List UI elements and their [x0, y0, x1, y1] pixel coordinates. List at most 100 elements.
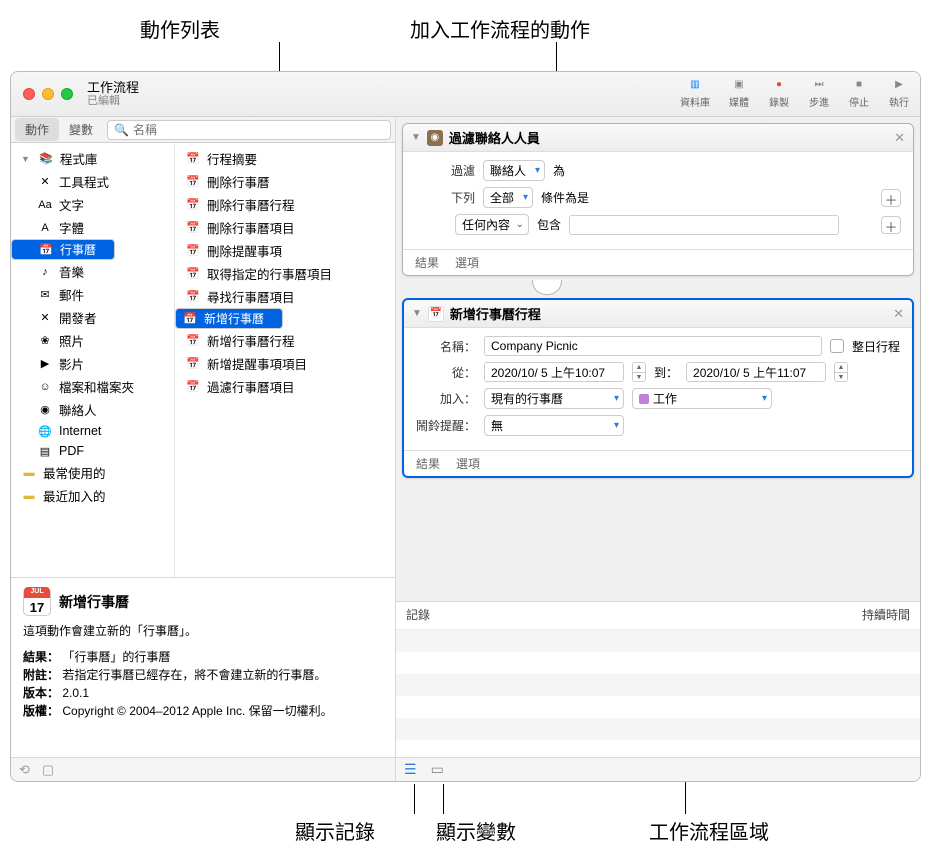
library-item[interactable]: ☺檔案和檔案夾 [11, 375, 174, 398]
library-item[interactable]: ▤PDF [11, 441, 174, 461]
options-tab[interactable]: 選項 [456, 455, 480, 472]
search-icon: 🔍 [114, 123, 129, 137]
library-item[interactable]: ✉郵件 [11, 283, 174, 306]
calendar-icon: 📅 [185, 379, 201, 395]
condition-value-input[interactable] [569, 215, 839, 235]
library-item-icon: ☺ [37, 379, 53, 395]
action-list-item[interactable]: 📅取得指定的行事曆項目 [175, 262, 395, 285]
action-list[interactable]: 📅行程摘要📅刪除行事曆📅刪除行事曆行程📅刪除行事曆項目📅刪除提醒事項📅取得指定的… [175, 143, 395, 577]
workflow-area[interactable]: ▼ ◉ 過濾聯絡人人員 ✕ 過濾 聯絡人 為 下列 全部 [396, 117, 920, 601]
disclosure-icon[interactable]: ▼ [411, 132, 421, 143]
toolbar-media[interactable]: ▣媒體 [728, 76, 750, 109]
addto-select[interactable]: 現有的行事曆 [484, 388, 624, 409]
to-date-input[interactable] [686, 362, 826, 382]
action-list-item[interactable]: 📅刪除行事曆項目 [175, 216, 395, 239]
close-icon[interactable]: ✕ [894, 130, 905, 146]
library-item[interactable]: ▬最近加入的 [11, 484, 174, 507]
toolbar-library[interactable]: ▥資料庫 [680, 76, 710, 109]
callout-show-log: 顯示記錄 [295, 816, 375, 845]
toolbar: ▥資料庫 ▣媒體 ●錄製 ⏭步進 ■停止 ▶執行 [680, 76, 910, 109]
history-back-icon[interactable]: ⟲ [19, 762, 30, 778]
action-description: JUL17 新增行事曆 這項動作會建立新的「行事曆」。 結果： 「行事曆」的行事… [11, 577, 395, 757]
library-item[interactable]: ✕工具程式 [11, 170, 174, 193]
library-item[interactable]: 📅行事曆 [11, 239, 115, 260]
from-stepper[interactable]: ▲▼ [632, 362, 646, 382]
filter-select[interactable]: 聯絡人 [483, 160, 545, 181]
match-select[interactable]: 全部 [483, 187, 533, 208]
workflow-action-filter-contacts[interactable]: ▼ ◉ 過濾聯絡人人員 ✕ 過濾 聯絡人 為 下列 全部 [402, 123, 914, 276]
segment-actions[interactable]: 動作 [15, 118, 59, 141]
library-item-label: 照片 [59, 331, 84, 350]
desc-title: 新增行事曆 [59, 592, 129, 613]
action-list-item[interactable]: 📅刪除行事曆行程 [175, 193, 395, 216]
minimize-button[interactable] [42, 88, 54, 100]
toolbar-step[interactable]: ⏭步進 [808, 76, 830, 109]
close-button[interactable] [23, 88, 35, 100]
action-list-item[interactable]: 📅新增行事曆行程 [175, 329, 395, 352]
results-tab[interactable]: 結果 [415, 254, 439, 271]
action-list-label: 新增行事曆行程 [207, 331, 295, 350]
library-item[interactable]: ▶影片 [11, 352, 174, 375]
action-list-item[interactable]: 📅新增行事曆 [175, 308, 283, 329]
field-select[interactable]: 任何內容 [455, 214, 529, 235]
search-field[interactable]: 🔍 [107, 120, 391, 140]
library-tree[interactable]: ▼📚程式庫✕工具程式Aa文字A字體📅行事曆♪音樂✉郵件✕開發者❀照片▶影片☺檔案… [11, 143, 175, 577]
calendar-icon: 📅 [185, 289, 201, 305]
action-list-label: 行程摘要 [207, 149, 257, 168]
toolbar-stop[interactable]: ■停止 [848, 76, 870, 109]
library-item-label: PDF [59, 444, 84, 458]
library-item[interactable]: Aa文字 [11, 193, 174, 216]
log-col-duration: 持續時間 [862, 606, 910, 623]
left-panel: 動作 變數 🔍 ▼📚程式庫✕工具程式Aa文字A字體📅行事曆♪音樂✉郵件✕開發者❀… [11, 117, 396, 781]
allday-checkbox[interactable] [830, 339, 844, 353]
library-item[interactable]: A字體 [11, 216, 174, 239]
disclosure-icon[interactable]: ▼ [412, 308, 422, 319]
close-icon[interactable]: ✕ [893, 306, 904, 322]
calendar-select[interactable]: 工作 [632, 388, 772, 409]
action-list-label: 刪除行事曆行程 [207, 195, 295, 214]
library-item[interactable]: ▬最常使用的 [11, 461, 174, 484]
event-name-input[interactable] [484, 336, 822, 356]
zoom-button[interactable] [61, 88, 73, 100]
action-list-item[interactable]: 📅尋找行事曆項目 [175, 285, 395, 308]
add-condition-button[interactable]: ＋ [881, 216, 901, 234]
library-item-label: 聯絡人 [59, 400, 97, 419]
toolbar-run[interactable]: ▶執行 [888, 76, 910, 109]
action-list-item[interactable]: 📅過濾行事曆項目 [175, 375, 395, 398]
segment-variables[interactable]: 變數 [59, 118, 103, 141]
action-list-item[interactable]: 📅刪除行事曆 [175, 170, 395, 193]
library-item-icon: 🌐 [37, 423, 53, 439]
action-list-item[interactable]: 📅行程摘要 [175, 147, 395, 170]
library-item[interactable]: ◉聯絡人 [11, 398, 174, 421]
to-stepper[interactable]: ▲▼ [834, 362, 848, 382]
show-log-icon[interactable]: ☰ [404, 761, 417, 778]
library-item-label: 最近加入的 [43, 486, 106, 505]
from-date-input[interactable] [484, 362, 624, 382]
library-item[interactable]: ♪音樂 [11, 260, 174, 283]
action-list-label: 刪除提醒事項 [207, 241, 282, 260]
action-list-item[interactable]: 📅 刪除提醒事項 [175, 239, 395, 262]
add-condition-button[interactable]: ＋ [881, 189, 901, 207]
library-item[interactable]: ✕開發者 [11, 306, 174, 329]
library-item[interactable]: 🌐Internet [11, 421, 174, 441]
calendar-icon: 📅 [185, 243, 201, 259]
show-variables-icon[interactable]: ▭ [431, 761, 444, 778]
log-row [396, 740, 920, 757]
workflow-action-new-event[interactable]: ▼ 📅 新增行事曆行程 ✕ 名稱： 整日行程 從： [402, 298, 914, 478]
action-list-item[interactable]: 📅 新增提醒事項項目 [175, 352, 395, 375]
search-input[interactable] [133, 123, 384, 137]
library-item[interactable]: ❀照片 [11, 329, 174, 352]
results-tab[interactable]: 結果 [416, 455, 440, 472]
toolbar-record[interactable]: ●錄製 [768, 76, 790, 109]
toggle-description-icon[interactable]: ▢ [42, 762, 54, 778]
options-tab[interactable]: 選項 [455, 254, 479, 271]
action-list-label: 新增提醒事項項目 [207, 354, 307, 373]
library-item-label: 行事曆 [60, 241, 96, 258]
library-item[interactable]: ▼📚程式庫 [11, 147, 174, 170]
alarm-select[interactable]: 無 [484, 415, 624, 436]
library-item-label: 郵件 [59, 285, 84, 304]
callout-line [414, 784, 415, 814]
callout-workflow-area: 工作流程區域 [649, 816, 769, 845]
calendar-icon: JUL17 [23, 588, 51, 616]
calendar-icon: 📅 [185, 356, 201, 372]
